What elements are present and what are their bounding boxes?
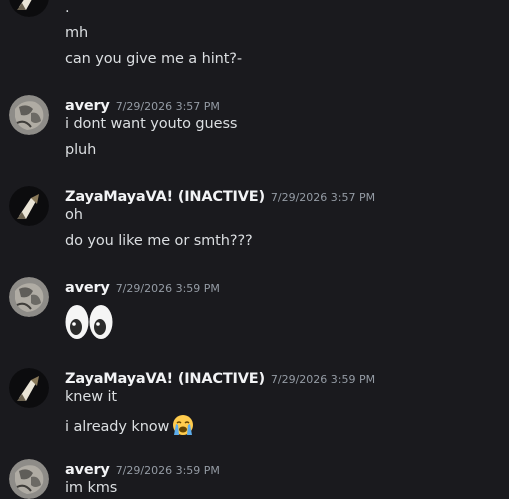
avatar-avery-image [9, 95, 49, 135]
message-text: im kms [65, 480, 118, 496]
message-header: avery 7/29/2026 3:59 PM [65, 459, 220, 478]
crying-face-svg [173, 415, 194, 435]
avatar-zaya[interactable] [9, 368, 49, 408]
avatar-avery-image [9, 459, 49, 499]
message-text: do you like me or smth??? [65, 233, 253, 249]
message-text: mh [65, 25, 89, 41]
message-text: i dont want youto guess [65, 116, 238, 132]
message-list: . mh can you give me a hint?- avery 7/29/… [0, 0, 509, 499]
author-name[interactable]: avery [65, 462, 110, 478]
avatar-zaya-image [9, 186, 49, 226]
message-text: i already know [65, 419, 170, 435]
avatar-zaya-image [9, 0, 49, 17]
author-name[interactable]: ZayaMayaVA! (INACTIVE) [65, 189, 265, 205]
avatar-zaya[interactable] [9, 186, 49, 226]
timestamp[interactable]: 7/29/2026 3:59 PM [116, 282, 220, 295]
timestamp[interactable]: 7/29/2026 3:59 PM [116, 464, 220, 477]
eyes-emoji[interactable] [64, 303, 114, 345]
message-text: knew it [65, 389, 117, 405]
message-header: avery 7/29/2026 3:57 PM [65, 95, 220, 114]
eyes-icon [65, 305, 113, 339]
message-header: ZayaMayaVA! (INACTIVE) 7/29/2026 3:57 PM [65, 186, 375, 205]
timestamp[interactable]: 7/29/2026 3:57 PM [271, 191, 375, 204]
message-header: ZayaMayaVA! (INACTIVE) 7/29/2026 3:59 PM [65, 368, 375, 387]
message-text-with-emoji: i already know [65, 414, 195, 440]
timestamp[interactable]: 7/29/2026 3:57 PM [116, 100, 220, 113]
author-name[interactable]: avery [65, 98, 110, 114]
loudly-crying-face-icon[interactable] [171, 414, 195, 440]
avatar-avery[interactable] [9, 277, 49, 317]
message-text: pluh [65, 142, 97, 158]
author-name[interactable]: avery [65, 280, 110, 296]
timestamp[interactable]: 7/29/2026 3:59 PM [271, 373, 375, 386]
message-text: can you give me a hint?- [65, 51, 243, 67]
avatar-zaya[interactable] [9, 0, 49, 17]
message-text: oh [65, 207, 83, 223]
avatar-zaya-image [9, 368, 49, 408]
avatar-avery[interactable] [9, 95, 49, 135]
author-name[interactable]: ZayaMayaVA! (INACTIVE) [65, 371, 265, 387]
message-text: . [65, 0, 70, 16]
avatar-avery[interactable] [9, 459, 49, 499]
message-header: avery 7/29/2026 3:59 PM [65, 277, 220, 296]
avatar-avery-image [9, 277, 49, 317]
